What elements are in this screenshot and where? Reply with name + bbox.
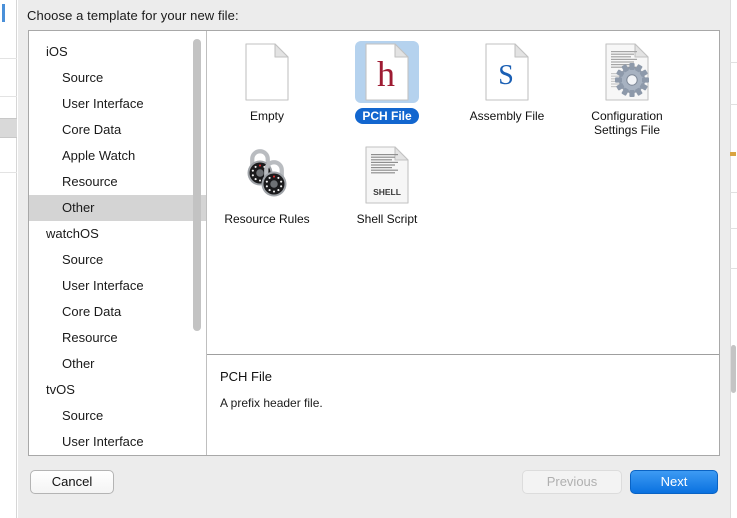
background-scrollbar-thumb[interactable] [731, 345, 736, 393]
padlocks-icon [235, 144, 299, 206]
sidebar-item-apple-watch[interactable]: Apple Watch [29, 143, 206, 169]
sidebar-item-core-data[interactable]: Core Data [29, 117, 206, 143]
sidebar-item-other[interactable]: Other [29, 351, 206, 377]
template-grid[interactable]: Empty h PCH File S Assembly File Configuratio… [207, 31, 719, 355]
svg-text:S: S [498, 60, 514, 91]
sidebar-item-ios[interactable]: iOS [29, 39, 206, 65]
background-divider [730, 192, 737, 193]
sidebar-item-watchos[interactable]: watchOS [29, 221, 206, 247]
sidebar-item-core-data[interactable]: Core Data [29, 299, 206, 325]
background-left-panel [0, 0, 17, 518]
template-tile-configuration-settings-file[interactable]: Configuration Settings File [567, 37, 687, 140]
description-body: A prefix header file. [220, 396, 323, 410]
next-button[interactable]: Next [630, 470, 718, 494]
sidebar-item-label: Other [62, 356, 95, 371]
sidebar-item-label: Source [62, 252, 104, 267]
shell-document-icon: SHELL [355, 144, 419, 206]
svg-text:SHELL: SHELL [373, 187, 401, 197]
previous-button[interactable]: Previous [522, 470, 622, 494]
template-tile-assembly-file[interactable]: S Assembly File [447, 37, 567, 140]
template-row: Resource Rules SHELL Shell Script [207, 140, 719, 243]
sidebar-item-label: Core Data [62, 122, 122, 137]
sidebar-item-user-interface[interactable]: User Interface [29, 91, 206, 117]
new-file-template-sheet: Choose a template for your new file: iOS… [18, 0, 730, 518]
sidebar-scrollbar[interactable] [193, 31, 204, 455]
template-tile-label: Shell Script [356, 212, 418, 226]
background-divider [730, 62, 737, 63]
background-divider [730, 228, 737, 229]
gear-document-icon [595, 41, 659, 103]
sidebar-item-resource[interactable]: Resource [29, 325, 206, 351]
sidebar-item-label: iOS [46, 44, 68, 59]
sidebar-item-resource[interactable]: Resource [29, 169, 206, 195]
sidebar-item-user-interface[interactable]: User Interface [29, 429, 206, 455]
template-grid-rows: Empty h PCH File S Assembly File Configuratio… [207, 37, 719, 243]
template-tile-resource-rules[interactable]: Resource Rules [207, 140, 327, 243]
sidebar-item-label: User Interface [62, 278, 144, 293]
sidebar-item-label: Resource [62, 330, 118, 345]
sidebar-item-label: Other [62, 200, 95, 215]
sidebar-item-label: User Interface [62, 96, 144, 111]
sidebar-item-label: User Interface [62, 434, 144, 449]
background-right-panel [730, 0, 737, 518]
sidebar-item-other[interactable]: Other [29, 195, 206, 221]
sidebar-item-label: Apple Watch [62, 148, 136, 163]
svg-text:h: h [377, 54, 395, 94]
sidebar-item-label: Source [62, 70, 104, 85]
background-divider [730, 104, 737, 105]
sidebar-item-source[interactable]: Source [29, 65, 206, 91]
template-pane: Empty h PCH File S Assembly File Configuratio… [207, 31, 719, 455]
template-tile-empty[interactable]: Empty [207, 37, 327, 140]
background-selection-accent [2, 4, 5, 22]
sidebar-item-label: Source [62, 408, 104, 423]
template-tile-label: PCH File [355, 108, 419, 124]
background-warning-marker [730, 152, 736, 156]
h-header-document-icon: h [355, 41, 419, 103]
background-divider [0, 172, 17, 173]
sidebar-scrollbar-thumb[interactable] [193, 39, 201, 331]
sidebar-item-label: Resource [62, 174, 118, 189]
background-row-highlight [0, 118, 17, 138]
sidebar-item-label: tvOS [46, 382, 75, 397]
platform-category-sidebar[interactable]: iOS Source User Interface Core Data Apple Wa… [29, 31, 207, 455]
sheet-title: Choose a template for your new file: [27, 8, 239, 23]
template-tile-shell-script[interactable]: SHELL Shell Script [327, 140, 447, 243]
template-tile-label: Assembly File [469, 109, 545, 123]
sidebar-item-label: watchOS [46, 226, 99, 241]
s-assembly-document-icon: S [475, 41, 539, 103]
sidebar-item-source[interactable]: Source [29, 403, 206, 429]
sidebar-item-label: Core Data [62, 304, 122, 319]
sidebar-item-source[interactable]: Source [29, 247, 206, 273]
template-tile-pch-file[interactable]: h PCH File [327, 37, 447, 140]
sheet-footer: Cancel Previous Next [18, 462, 730, 518]
template-tile-label: Resource Rules [224, 212, 310, 226]
background-divider [0, 96, 17, 97]
platform-category-list: iOS Source User Interface Core Data Apple Wa… [29, 39, 206, 455]
background-divider [730, 268, 737, 269]
template-row: Empty h PCH File S Assembly File Configuratio… [207, 37, 719, 140]
cancel-button[interactable]: Cancel [30, 470, 114, 494]
description-title: PCH File [220, 369, 273, 384]
blank-document-icon [235, 41, 299, 103]
template-description-panel: PCH File A prefix header file. [207, 355, 719, 455]
sidebar-item-user-interface[interactable]: User Interface [29, 273, 206, 299]
template-tile-label: Empty [249, 109, 284, 123]
background-divider [0, 58, 17, 59]
sidebar-item-tvos[interactable]: tvOS [29, 377, 206, 403]
template-tile-label: Configuration Settings File [591, 109, 663, 137]
template-browser: iOS Source User Interface Core Data Apple Wa… [28, 30, 720, 456]
